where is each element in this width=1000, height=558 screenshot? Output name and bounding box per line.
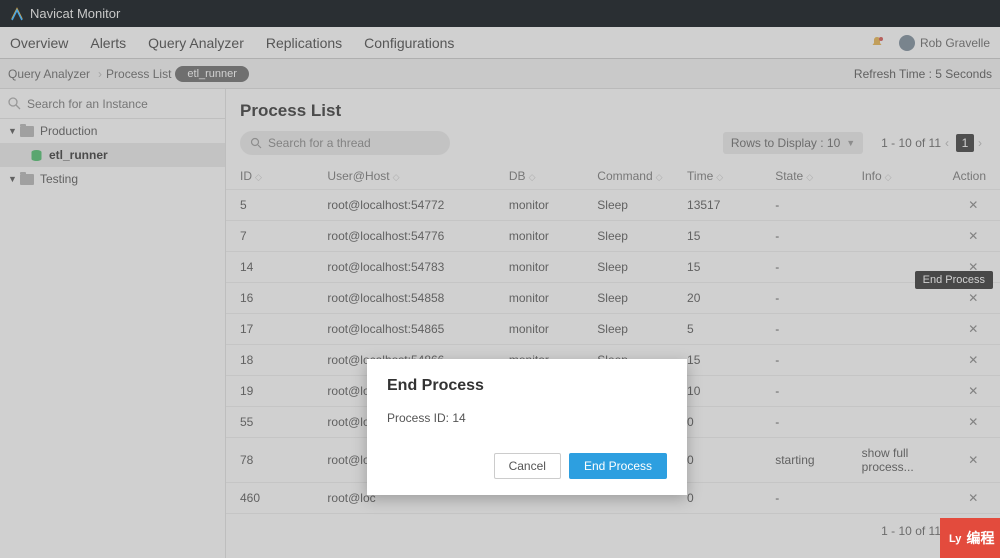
- modal-footer: Cancel End Process: [367, 453, 687, 495]
- watermark-logo: Ly 编程: [940, 518, 1000, 558]
- app-title: Navicat Monitor: [30, 6, 120, 21]
- svg-text:Ly: Ly: [949, 533, 962, 545]
- watermark-text: 编程: [967, 528, 995, 548]
- cancel-button[interactable]: Cancel: [494, 453, 561, 479]
- end-process-modal: End Process Process ID: 14 Cancel End Pr…: [367, 359, 687, 495]
- end-process-button[interactable]: End Process: [569, 453, 667, 479]
- app-logo-icon: [10, 7, 24, 21]
- modal-body: Process ID: 14: [367, 405, 687, 453]
- app-titlebar: Navicat Monitor: [0, 0, 1000, 27]
- modal-title: End Process: [367, 359, 687, 405]
